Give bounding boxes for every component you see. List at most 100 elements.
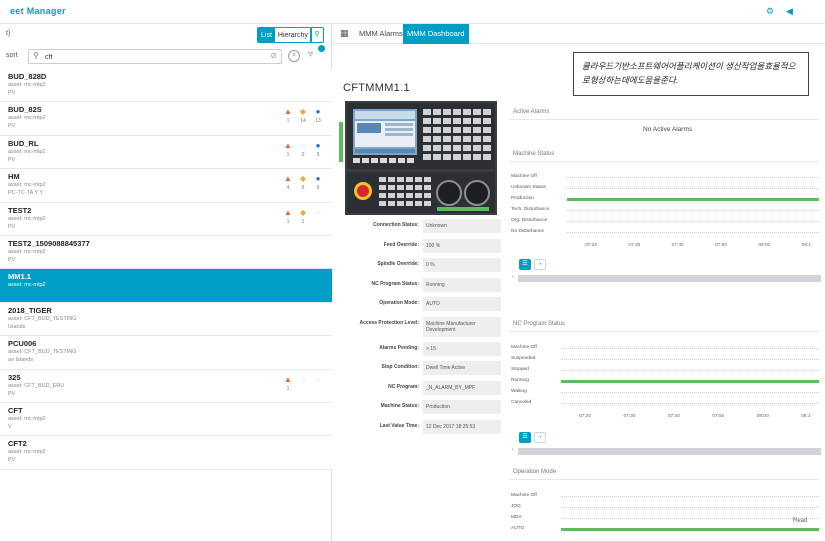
asset-type: asset: mc-mtp2	[8, 248, 46, 255]
axis-tick-label: 08:00	[758, 243, 771, 248]
sort-button[interactable]: sort	[6, 52, 18, 59]
chart-state-label: No Disturbance	[511, 229, 545, 234]
status-count: 1	[301, 218, 305, 225]
status-cell: ○	[312, 375, 324, 385]
alarm-icon: ▲	[284, 174, 292, 184]
filter-icon[interactable]: ▿	[308, 49, 313, 60]
axis-tick-label: 08:1	[801, 243, 811, 248]
info-row: Machine Status: Production	[343, 398, 503, 418]
list-item[interactable]: BUD_828D asset: mc-mtp2 PV	[0, 69, 332, 103]
search-box: ⚲ ⊘	[28, 49, 282, 64]
list-item[interactable]: BUD_RL asset: mc-mtp2 PV ▲ 1 ○ 0 ● 5	[0, 135, 332, 170]
status-cell: ▲ 1	[282, 208, 294, 226]
scroll-left-icon[interactable]: ‹	[512, 274, 514, 280]
asset-name: HM	[8, 172, 20, 182]
status-count: 5	[316, 151, 320, 158]
info-label: Spindle Override:	[377, 261, 419, 267]
axis-tick-label: 08:1	[801, 414, 811, 419]
asset-type: asset: mc-mtp2	[8, 215, 46, 222]
grid-icon[interactable]: ▦	[340, 28, 349, 39]
list-item[interactable]: CFT asset: mc-mtp2 V	[0, 402, 332, 437]
status-count: 1	[286, 218, 290, 225]
status-count: 14	[300, 118, 306, 125]
status-cell: ▲ 1	[282, 141, 294, 159]
scroll-left-icon[interactable]: ‹	[512, 447, 514, 453]
pie-view-button[interactable]: ◔	[534, 432, 546, 443]
info-label: Operation Mode:	[379, 300, 419, 306]
list-item[interactable]: TEST2 asset: mc-mtp2 PV ▲ 1 ◆ 1 ○	[0, 202, 332, 236]
list-item[interactable]: PCU006 asset: CFT_BUD_TESTING an Islands	[0, 336, 332, 370]
settings-icon[interactable]: ⚙	[766, 6, 774, 17]
chart-state-label: Production	[511, 196, 534, 201]
asset-status-icons: ▲ 1 ○ 0 ● 5	[282, 141, 326, 163]
axis-tick-label: 07:30	[628, 243, 641, 248]
info-row: Connection Status: Unknown	[343, 217, 503, 237]
list-item[interactable]: 325 asset: CFT_BUD_ERU PV ▲ 1 ○ ○	[0, 369, 332, 403]
hierarchy-view-button[interactable]: Hierarchy	[274, 28, 311, 42]
status-count: 1	[286, 385, 290, 392]
info-row: Last Value Time: 12 Dec 2017 18:25:53	[343, 418, 503, 438]
info-label: Connection Status:	[373, 222, 419, 228]
info-row: Spindle Override: 0 %	[343, 256, 503, 276]
pie-view-button[interactable]: ◔	[534, 259, 546, 270]
app-header: eet Manager ⚙ ◀	[0, 0, 825, 24]
timeline-scrollbar[interactable]	[518, 448, 821, 455]
info-row: Access Protection Level: Machine Manufact…	[343, 315, 503, 340]
asset-type: asset: mc-mtp2	[8, 282, 46, 289]
list-item[interactable]: 2018_TIGER asset: CFT_BUD_TESTING Islands	[0, 302, 332, 337]
tab-mmm-dashboard[interactable]: MMM Dashboard	[403, 24, 469, 44]
info-icon: ●	[315, 140, 321, 150]
list-item[interactable]: MM1.1 asset: mc-mtp2	[0, 269, 332, 303]
asset-type: asset: mc-mtp2	[8, 182, 46, 189]
list-view-button[interactable]: List	[258, 28, 275, 42]
chart-state-label: JOG	[511, 504, 521, 509]
list-toolbar: t) List Hierarchy ⚲	[0, 24, 332, 46]
read-more-link[interactable]: Read	[793, 518, 807, 524]
clear-search-icon[interactable]: ⊘	[270, 51, 277, 60]
machine-status-header: Machine Status	[509, 146, 819, 162]
callout-text: 클라우드기반소프트웨어어플리케이션이 생산작업을효율적으로형상하는데에도움을준다…	[582, 61, 796, 85]
list-item[interactable]: TEST2_1509088845377 asset: mc-mtp2 PV	[0, 235, 332, 270]
status-cell: ◆ 6	[297, 174, 309, 192]
status-count: 0	[301, 151, 305, 158]
asset-type: asset: CFT_BUD_ERU	[8, 382, 65, 389]
app-title: eet Manager	[10, 6, 66, 16]
axis-tick-label: 07:50	[712, 414, 725, 419]
reset-icon[interactable]: ×	[288, 50, 300, 62]
info-value: AUTO	[423, 297, 501, 311]
asset-type: asset: mc-mtp2	[8, 449, 46, 456]
dashboard-panel: ▦ MMM Alarms MMM Dashboard CFTMMM1.1 Con…	[333, 24, 825, 541]
chart-state-label: AUTO	[511, 526, 525, 531]
chart-state-bar	[567, 198, 819, 201]
asset-name: 2018_TIGER	[8, 305, 52, 315]
axis-tick-label: 08:00	[756, 414, 769, 419]
list-item[interactable]: BUD_82S asset: mc-mtp2 PV ▲ 1 ◆ 14 ● 13	[0, 102, 332, 136]
status-cell: ○	[297, 375, 309, 385]
search-input[interactable]	[45, 52, 245, 62]
info-value: Machine Manufacturer Development	[423, 316, 501, 337]
asset-name: BUD_82S	[8, 105, 42, 115]
inactive-icon: ○	[300, 140, 306, 150]
asset-name: TEST2_1509088845377	[8, 238, 90, 248]
asset-type: asset: mc-mtp2	[8, 148, 46, 155]
asset-list: BUD_828D asset: mc-mtp2 PV BUD_82S asset: mc…	[0, 69, 332, 470]
info-value: Dwell Time Active	[423, 361, 501, 375]
status-count: 6	[301, 185, 305, 192]
asset-type: asset: mc-mtp2	[8, 415, 46, 422]
timeline-scrollbar[interactable]	[518, 275, 821, 282]
map-pin-icon[interactable]: ⚲	[310, 27, 324, 43]
info-row: Stop Condition: Dwell Time Active	[343, 359, 503, 379]
asset-location: PV	[8, 256, 16, 263]
chart-state-label: Running	[511, 378, 529, 383]
chart-view-button[interactable]: ☰	[519, 259, 531, 270]
info-value: Production	[423, 400, 501, 414]
collapse-icon[interactable]: ◀	[786, 6, 793, 17]
list-item[interactable]: CFT2 asset: mc-mtp2 PV	[0, 436, 332, 470]
chart-view-button[interactable]: ☰	[519, 432, 531, 443]
status-cell: ● 5	[312, 141, 324, 159]
list-item[interactable]: HM asset: mc-mtp2 PC-TC-TA Y Y ▲ 4 ◆ 6 ● 9	[0, 169, 332, 203]
axis-tick-label: 07:30	[623, 414, 636, 419]
tab-mmm-alarms[interactable]: MMM Alarms	[355, 24, 407, 44]
no-alarms-text: No Active Alarms	[643, 126, 693, 133]
status-cell: ○	[312, 208, 324, 218]
